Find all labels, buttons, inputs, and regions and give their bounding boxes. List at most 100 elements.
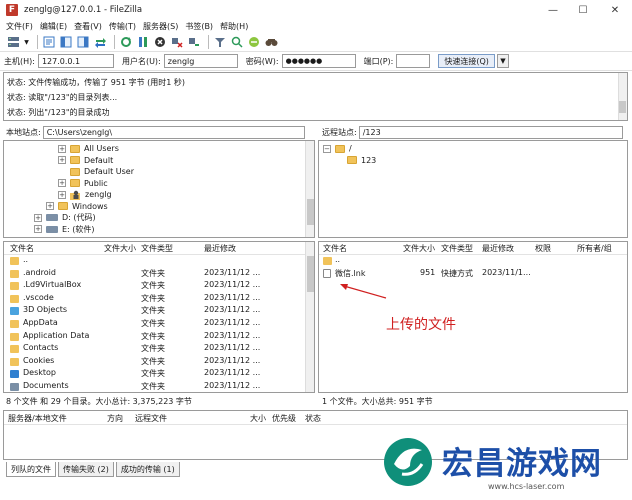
list-item[interactable]: .android 文件夹 2023/11/12 ... bbox=[4, 268, 314, 281]
directory-compare-icon[interactable] bbox=[247, 35, 261, 49]
tree-item-root[interactable]: − / bbox=[319, 143, 627, 155]
column-filesize[interactable]: 文件大小 bbox=[104, 243, 136, 254]
menu-bookmarks[interactable]: 书签(B) bbox=[185, 21, 213, 32]
expand-icon[interactable]: + bbox=[34, 225, 42, 234]
menu-help[interactable]: 帮助(H) bbox=[220, 21, 248, 32]
toggle-local-tree-icon[interactable] bbox=[59, 35, 73, 49]
expand-icon[interactable]: + bbox=[58, 156, 66, 165]
port-field[interactable] bbox=[396, 54, 431, 68]
log-line: 状态: 文件传输成功，传输了 951 字节 (用时1 秒) bbox=[7, 78, 186, 87]
file-modified: 2023/11/12 ... bbox=[204, 267, 261, 277]
queue-tabs: 列队的文件 传输失败 (2) 成功的传输 (1) bbox=[6, 462, 182, 478]
queue-column-direction[interactable]: 方向 bbox=[107, 413, 123, 424]
list-item[interactable]: Application Data 文件夹 2023/11/12 ... bbox=[4, 331, 314, 344]
filter-icon[interactable] bbox=[213, 35, 227, 49]
column-filesize[interactable]: 文件大小 bbox=[403, 243, 435, 254]
username-label: 用户名(U): bbox=[121, 56, 161, 66]
local-directory-tree: + All Users + Default Default User + Pub… bbox=[3, 140, 315, 238]
reconnect-icon[interactable] bbox=[187, 35, 201, 49]
toggle-queue-icon[interactable] bbox=[93, 35, 107, 49]
local-tree-scrollbar[interactable] bbox=[305, 141, 314, 237]
tree-item-default-user[interactable]: Default User bbox=[4, 166, 304, 178]
queue-column-size[interactable]: 大小 bbox=[250, 413, 266, 424]
cancel-operation-icon[interactable] bbox=[153, 35, 167, 49]
column-modified[interactable]: 最近修改 bbox=[204, 243, 236, 254]
log-scrollbar-thumb[interactable] bbox=[619, 101, 626, 113]
tree-item-public[interactable]: + Public bbox=[4, 178, 304, 190]
list-item[interactable]: Cookies 文件夹 2023/11/12 ... bbox=[4, 356, 314, 369]
close-button[interactable]: ✕ bbox=[600, 2, 630, 18]
tree-item-default[interactable]: + Default bbox=[4, 155, 304, 167]
column-filename[interactable]: 文件名 bbox=[323, 243, 347, 254]
chevron-down-icon[interactable]: ▼ bbox=[23, 35, 30, 49]
list-item[interactable]: 3D Objects 文件夹 2023/11/12 ... bbox=[4, 305, 314, 318]
collapse-icon[interactable]: − bbox=[323, 144, 331, 153]
folder-icon bbox=[70, 167, 80, 176]
scrollbar-thumb[interactable] bbox=[307, 199, 314, 225]
expand-icon[interactable]: + bbox=[34, 213, 42, 222]
search-icon[interactable] bbox=[264, 35, 278, 49]
list-item[interactable]: AppData 文件夹 2023/11/12 ... bbox=[4, 318, 314, 331]
expand-icon[interactable]: + bbox=[58, 179, 66, 188]
menu-file[interactable]: 文件(F) bbox=[6, 21, 33, 32]
column-permissions[interactable]: 权限 bbox=[535, 243, 551, 254]
host-field[interactable]: 127.0.0.1 bbox=[37, 54, 114, 68]
list-item[interactable]: Contacts 文件夹 2023/11/12 ... bbox=[4, 343, 314, 356]
tree-item-drive-d[interactable]: + D: (代码) bbox=[4, 212, 304, 224]
list-item[interactable]: .Ld9VirtualBox 文件夹 2023/11/12 ... bbox=[4, 280, 314, 293]
tree-item-123[interactable]: 123 bbox=[319, 155, 627, 167]
file-modified: 2023/11/12 ... bbox=[204, 355, 261, 365]
site-manager-icon[interactable] bbox=[6, 35, 20, 49]
column-modified[interactable]: 最近修改 bbox=[482, 243, 514, 254]
queue-column-priority[interactable]: 优先级 bbox=[272, 413, 296, 424]
drive-icon bbox=[46, 214, 58, 222]
username-field[interactable]: zenglg bbox=[163, 54, 238, 68]
column-filename[interactable]: 文件名 bbox=[10, 243, 34, 254]
process-queue-icon[interactable] bbox=[136, 35, 150, 49]
list-item[interactable]: .vscode 文件夹 2023/11/12 ... bbox=[4, 293, 314, 306]
column-filetype[interactable]: 文件类型 bbox=[441, 243, 473, 254]
list-item[interactable]: .. bbox=[4, 255, 314, 268]
maximize-button[interactable]: ☐ bbox=[568, 2, 598, 18]
column-filetype[interactable]: 文件类型 bbox=[141, 243, 173, 254]
queue-column-remote-file[interactable]: 远程文件 bbox=[135, 413, 167, 424]
expand-icon[interactable]: + bbox=[58, 190, 66, 199]
file-name: .vscode bbox=[23, 292, 54, 302]
scrollbar-thumb[interactable] bbox=[307, 256, 314, 292]
tab-queued-files[interactable]: 列队的文件 bbox=[6, 462, 56, 477]
toggle-sync-browsing-icon[interactable] bbox=[230, 35, 244, 49]
menu-view[interactable]: 查看(V) bbox=[74, 21, 102, 32]
minimize-button[interactable]: — bbox=[538, 2, 568, 18]
password-field[interactable]: ●●●●●● bbox=[281, 54, 356, 68]
tab-successful-transfers[interactable]: 成功的传输 (1) bbox=[115, 462, 180, 477]
tree-item-all-users[interactable]: + All Users bbox=[4, 143, 304, 155]
queue-column-status[interactable]: 状态 bbox=[305, 413, 321, 424]
local-path-field[interactable]: C:\Users\zenglg\ bbox=[42, 125, 305, 139]
tree-item-windows[interactable]: + Windows bbox=[4, 201, 304, 213]
toggle-remote-tree-icon[interactable] bbox=[76, 35, 90, 49]
refresh-icon[interactable] bbox=[119, 35, 133, 49]
log-scrollbar[interactable] bbox=[618, 73, 627, 120]
menu-server[interactable]: 服务器(S) bbox=[143, 21, 178, 32]
tree-item-zenglg[interactable]: + zenglg bbox=[4, 189, 304, 201]
menu-edit[interactable]: 编辑(E) bbox=[40, 21, 67, 32]
list-item[interactable]: .. bbox=[319, 255, 627, 268]
tab-failed-transfers[interactable]: 传输失败 (2) bbox=[58, 462, 114, 477]
remote-directory-tree: − / 123 bbox=[318, 140, 628, 238]
expand-icon[interactable]: + bbox=[58, 144, 66, 153]
local-list-scrollbar[interactable] bbox=[305, 242, 314, 392]
toggle-log-icon[interactable] bbox=[42, 35, 56, 49]
tree-item-drive-e[interactable]: + E: (软件) bbox=[4, 224, 304, 236]
queue-column-local-file[interactable]: 服务器/本地文件 bbox=[8, 413, 67, 424]
menu-transfer[interactable]: 传输(T) bbox=[109, 21, 136, 32]
disconnect-icon[interactable] bbox=[170, 35, 184, 49]
remote-path-field[interactable]: /123 bbox=[358, 125, 623, 139]
port-label: 端口(P): bbox=[363, 56, 394, 66]
column-owner-group[interactable]: 所有者/组 bbox=[577, 243, 612, 254]
file-icon bbox=[323, 268, 331, 278]
list-item[interactable]: Desktop 文件夹 2023/11/12 ... bbox=[4, 368, 314, 381]
list-item[interactable]: Documents 文件夹 2023/11/12 ... bbox=[4, 381, 314, 392]
quickconnect-button[interactable]: 快速连接(Q) bbox=[438, 54, 495, 68]
quickconnect-dropdown-icon[interactable]: ▼ bbox=[496, 54, 509, 68]
expand-icon[interactable]: + bbox=[46, 202, 54, 211]
